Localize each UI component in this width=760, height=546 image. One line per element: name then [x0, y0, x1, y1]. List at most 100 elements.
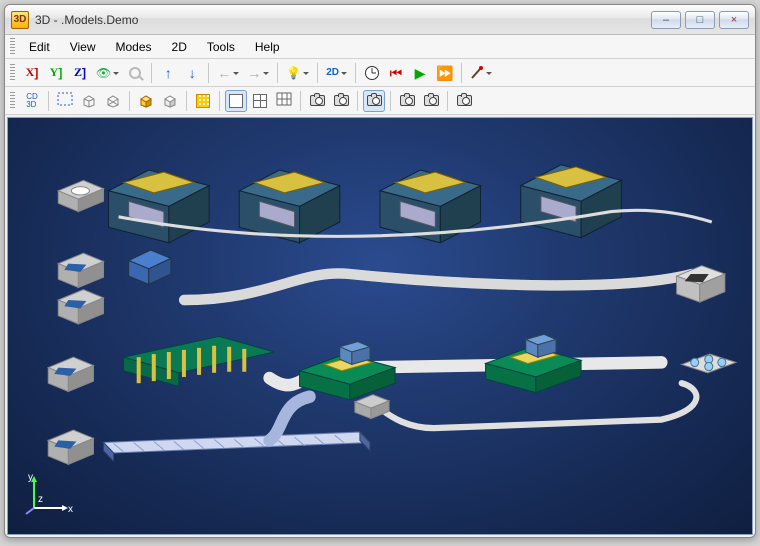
app-icon: 3D	[11, 11, 29, 29]
nav-back-button[interactable]: ←	[214, 62, 242, 84]
menu-help[interactable]: Help	[245, 38, 290, 56]
sim-play-button[interactable]: ▶	[409, 62, 431, 84]
rewind-icon: ⏮	[390, 66, 403, 80]
viewport-3d[interactable]: x y z	[7, 117, 753, 535]
single-view-icon	[229, 94, 243, 108]
paint-button[interactable]	[467, 62, 495, 84]
fast-forward-icon: ⏩	[436, 66, 453, 80]
close-button[interactable]: ×	[719, 11, 749, 29]
look-at-button[interactable]: 👁	[93, 62, 122, 84]
camera-icon	[310, 95, 325, 106]
six-view-button[interactable]	[273, 90, 295, 112]
separator	[447, 91, 448, 111]
magnifier-icon	[129, 67, 141, 79]
sim-ffwd-button[interactable]: ⏩	[433, 62, 456, 84]
axis-x-icon: X	[26, 65, 35, 80]
close-icon: ×	[731, 14, 737, 26]
window-title: 3D - .Models.Demo	[35, 13, 138, 27]
separator	[219, 91, 220, 111]
maximize-button[interactable]: □	[685, 11, 715, 29]
zoom-button[interactable]	[124, 62, 146, 84]
toolbar-view: CD3D	[5, 87, 755, 115]
toolbar2-grip[interactable]	[9, 92, 15, 110]
separator	[208, 63, 209, 83]
menubar-grip[interactable]	[9, 38, 15, 56]
view-along-y-button[interactable]: Y]	[45, 62, 67, 84]
grid-icon	[196, 94, 210, 108]
toolbar1-grip[interactable]	[9, 64, 15, 82]
camera-f-button[interactable]	[453, 90, 475, 112]
wireframe-icon	[105, 94, 121, 108]
bounding-box-button[interactable]	[78, 90, 100, 112]
quad-view-icon	[253, 94, 267, 108]
open-2d-button[interactable]: 2D	[323, 62, 350, 84]
separator	[461, 63, 462, 83]
lightbulb-icon: 💡	[286, 66, 301, 80]
separator	[277, 63, 278, 83]
axis-z-icon: Z	[74, 65, 82, 80]
wireframe-button[interactable]	[102, 90, 124, 112]
clock-icon	[365, 66, 379, 80]
separator	[300, 91, 301, 111]
titlebar[interactable]: 3D 3D - .Models.Demo – □ ×	[5, 5, 755, 35]
camera-icon	[457, 95, 472, 106]
view-along-x-button[interactable]: X]	[21, 62, 43, 84]
select-box-button[interactable]	[54, 90, 76, 112]
play-icon: ▶	[415, 66, 426, 80]
camera-c-button[interactable]	[363, 90, 385, 112]
toggle-layer-a-button[interactable]	[135, 90, 157, 112]
grid-button[interactable]	[192, 90, 214, 112]
arrow-right-icon: →	[247, 66, 261, 80]
cube-a-icon	[138, 94, 154, 108]
toggle-cd3d-button[interactable]: CD3D	[21, 90, 43, 112]
brush-icon	[470, 66, 484, 80]
separator	[355, 63, 356, 83]
separator	[48, 91, 49, 111]
menu-tools[interactable]: Tools	[197, 38, 245, 56]
separator	[357, 91, 358, 111]
minimize-button[interactable]: –	[651, 11, 681, 29]
separator	[390, 91, 391, 111]
cd3d-icon: CD3D	[26, 93, 38, 109]
minimize-icon: –	[663, 14, 669, 26]
app-window: 3D 3D - .Models.Demo – □ × Edit View Mod…	[4, 4, 756, 538]
six-view-icon	[276, 92, 292, 109]
arrow-down-icon: ↓	[189, 66, 196, 80]
separator	[129, 91, 130, 111]
separator	[151, 63, 152, 83]
menu-modes[interactable]: Modes	[105, 38, 161, 56]
camera-d-button[interactable]	[396, 90, 418, 112]
select-box-icon	[57, 92, 73, 109]
camera-e-button[interactable]	[420, 90, 442, 112]
cube-b-icon	[162, 94, 178, 108]
sim-clock-button[interactable]	[361, 62, 383, 84]
single-view-button[interactable]	[225, 90, 247, 112]
two-d-icon: 2D	[326, 67, 339, 78]
separator	[186, 91, 187, 111]
eye-icon: 👁	[96, 66, 111, 80]
toggle-layer-b-button[interactable]	[159, 90, 181, 112]
camera-icon	[367, 95, 382, 106]
separator	[317, 63, 318, 83]
menu-edit[interactable]: Edit	[19, 38, 60, 56]
menu-2d[interactable]: 2D	[162, 38, 197, 56]
nav-down-button[interactable]: ↓	[181, 62, 203, 84]
camera-a-button[interactable]	[306, 90, 328, 112]
view-along-z-button[interactable]: Z]	[69, 62, 91, 84]
camera-icon	[400, 95, 415, 106]
axis-y-icon: Y	[50, 65, 59, 80]
nav-forward-button[interactable]: →	[244, 62, 272, 84]
lighting-button[interactable]: 💡	[283, 62, 312, 84]
toolbar-main: X] Y] Z] 👁 ↑ ↓ ← → 💡 2D ⏮ ▶ ⏩	[5, 59, 755, 87]
scene-content	[8, 118, 752, 534]
quad-view-button[interactable]	[249, 90, 271, 112]
arrow-up-icon: ↑	[165, 66, 172, 80]
bounding-box-icon	[81, 94, 97, 108]
menu-view[interactable]: View	[60, 38, 106, 56]
sim-rewind-button[interactable]: ⏮	[385, 62, 407, 84]
camera-b-button[interactable]	[330, 90, 352, 112]
maximize-icon: □	[697, 14, 704, 26]
camera-icon	[334, 95, 349, 106]
nav-up-button[interactable]: ↑	[157, 62, 179, 84]
window-controls: – □ ×	[651, 11, 749, 29]
